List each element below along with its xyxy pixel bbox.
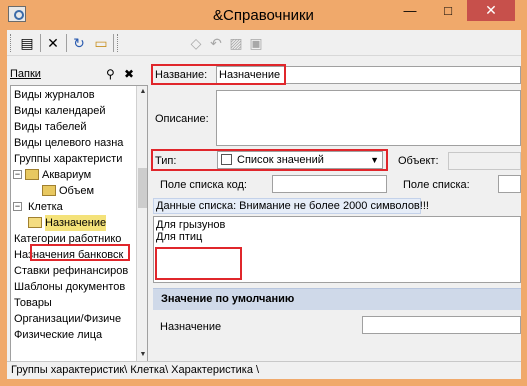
client-area: ▤ ✕ ↻ ▭ ◇ ↶ ▨ ▣ Папки ⚲ ✖ Виды журналов … — [7, 30, 521, 379]
collapse-toggle[interactable]: − — [13, 170, 22, 179]
folder-icon — [25, 169, 39, 180]
toolbar-grip[interactable] — [10, 34, 13, 52]
folder-icon — [42, 185, 56, 196]
main-window: &Справочники — □ ✕ ▤ ✕ ↻ ▭ ◇ ↶ ▨ ▣ Папки… — [0, 0, 527, 386]
toolbar-grip[interactable] — [117, 34, 120, 52]
paste-icon[interactable]: ▨ — [227, 34, 245, 52]
highlight-box — [151, 149, 388, 171]
close-button[interactable]: ✕ — [467, 0, 515, 21]
refresh-icon[interactable]: ↻ — [70, 34, 88, 52]
list-item: Для грызунов — [156, 219, 226, 231]
close-panel-icon[interactable]: ✖ — [124, 67, 134, 81]
delete-icon[interactable]: ✕ — [44, 34, 62, 52]
list-item: Для птиц — [156, 231, 203, 243]
highlight-box — [155, 247, 242, 280]
undo-icon[interactable]: ↶ — [207, 34, 225, 52]
folders-header: Папки ⚲ ✖ — [7, 67, 148, 83]
collapse-toggle[interactable]: − — [13, 202, 22, 211]
tree-scrollbar[interactable]: ▲ ▼ — [136, 86, 147, 361]
folders-panel: Папки ⚲ ✖ Виды журналов Виды календарей … — [7, 60, 148, 362]
list-field-label: Поле списка: — [403, 179, 470, 191]
folders-title: Папки — [10, 68, 41, 80]
list-code-label: Поле списка код: — [160, 179, 247, 191]
eraser-icon[interactable]: ◇ — [187, 34, 205, 52]
scroll-up-icon[interactable]: ▲ — [137, 86, 147, 98]
list-icon[interactable]: ▤ — [18, 34, 36, 52]
highlight-box — [151, 64, 286, 85]
toolbar-separator — [113, 34, 114, 52]
description-field[interactable] — [216, 90, 521, 146]
scroll-down-icon[interactable]: ▼ — [137, 349, 147, 361]
maximize-button[interactable]: □ — [429, 0, 467, 21]
list-data-info: Данные списка: Внимание не более 2000 си… — [153, 198, 429, 214]
toolbar: ▤ ✕ ↻ ▭ ◇ ↶ ▨ ▣ — [7, 30, 521, 56]
status-bar: Группы характеристик\ Клетка\ Характерис… — [7, 361, 521, 379]
default-value-section: Значение по умолчанию — [153, 288, 521, 310]
toolbar-separator — [66, 34, 67, 52]
properties-panel: Название: Назначение Описание: Тип: Спис… — [151, 60, 521, 361]
list-field-input[interactable] — [498, 175, 521, 193]
default-value-field[interactable] — [362, 316, 521, 334]
object-label: Объект: — [398, 155, 439, 167]
description-label: Описание: — [155, 113, 209, 125]
minimize-button[interactable]: — — [391, 0, 429, 21]
find-icon[interactable]: ⚲ — [106, 67, 115, 81]
copy-icon[interactable]: ▣ — [247, 34, 265, 52]
folder-tree[interactable]: Виды журналов Виды календарей Виды табел… — [10, 85, 148, 362]
object-field[interactable] — [448, 152, 521, 170]
highlight-box — [30, 244, 130, 261]
default-value-label: Назначение — [160, 321, 222, 333]
toolbar-separator — [40, 34, 41, 52]
list-code-field[interactable] — [272, 175, 387, 193]
title-bar[interactable]: &Справочники — □ ✕ — [0, 0, 527, 30]
scroll-thumb[interactable] — [138, 168, 147, 208]
open-folder-icon[interactable]: ▭ — [92, 34, 110, 52]
open-folder-icon — [28, 217, 42, 228]
